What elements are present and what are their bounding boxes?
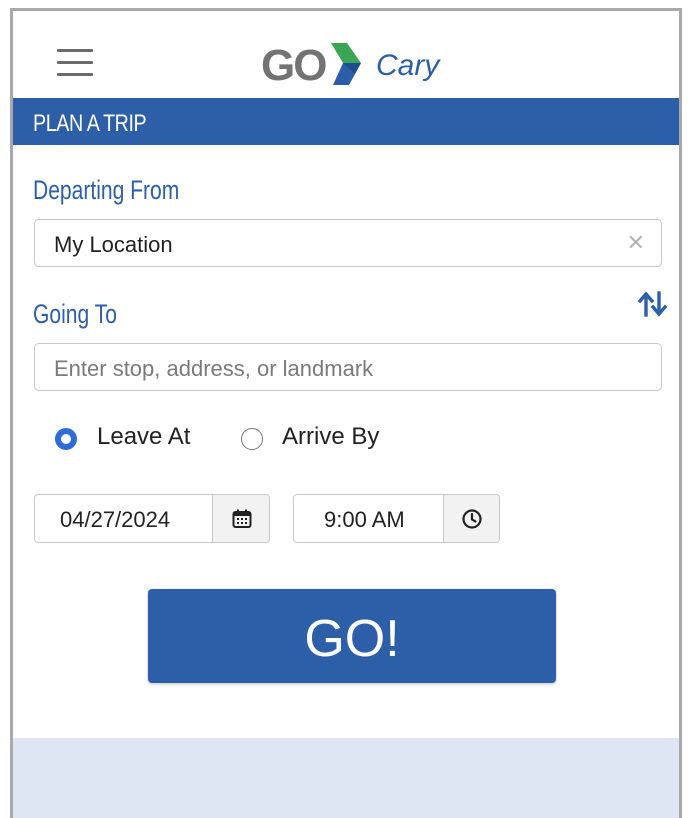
logo-mark-icon	[331, 43, 361, 85]
clock-icon	[462, 509, 482, 529]
app-frame: GO Cary PLAN A TRIP Departing From My Lo…	[10, 8, 682, 818]
go-button-label: GO!	[304, 610, 400, 668]
time-field[interactable]: 9:00 AM	[293, 494, 500, 543]
hamburger-icon[interactable]	[57, 49, 93, 77]
calendar-icon	[232, 509, 252, 528]
departing-from-field[interactable]: My Location ✕	[34, 219, 662, 267]
section-title: PLAN A TRIP	[33, 110, 147, 137]
section-bar: PLAN A TRIP	[13, 98, 679, 145]
going-to-label: Going To	[33, 299, 117, 329]
footer-panel	[13, 738, 679, 818]
calendar-button[interactable]	[212, 495, 269, 542]
swap-vertical-icon[interactable]	[637, 289, 668, 324]
going-to-field[interactable]: Enter stop, address, or landmark	[34, 343, 662, 391]
header: GO Cary	[13, 11, 679, 98]
date-value: 04/27/2024	[60, 507, 171, 532]
logo-city-text: Cary	[376, 49, 440, 82]
going-to-placeholder: Enter stop, address, or landmark	[54, 356, 374, 381]
arrive-by-radio[interactable]	[241, 428, 263, 450]
gocary-logo[interactable]: GO Cary	[261, 39, 461, 90]
go-button[interactable]: GO!	[148, 589, 556, 683]
close-icon[interactable]: ✕	[627, 230, 645, 256]
logo-go-text: GO	[261, 41, 327, 90]
clock-button[interactable]	[443, 495, 499, 542]
departing-from-label: Departing From	[33, 175, 180, 205]
leave-at-label[interactable]: Leave At	[97, 423, 190, 451]
date-field[interactable]: 04/27/2024	[34, 494, 270, 543]
leave-at-radio[interactable]	[55, 428, 77, 450]
departing-from-value: My Location	[54, 232, 173, 257]
time-value: 9:00 AM	[324, 507, 405, 532]
arrive-by-label[interactable]: Arrive By	[282, 423, 379, 451]
